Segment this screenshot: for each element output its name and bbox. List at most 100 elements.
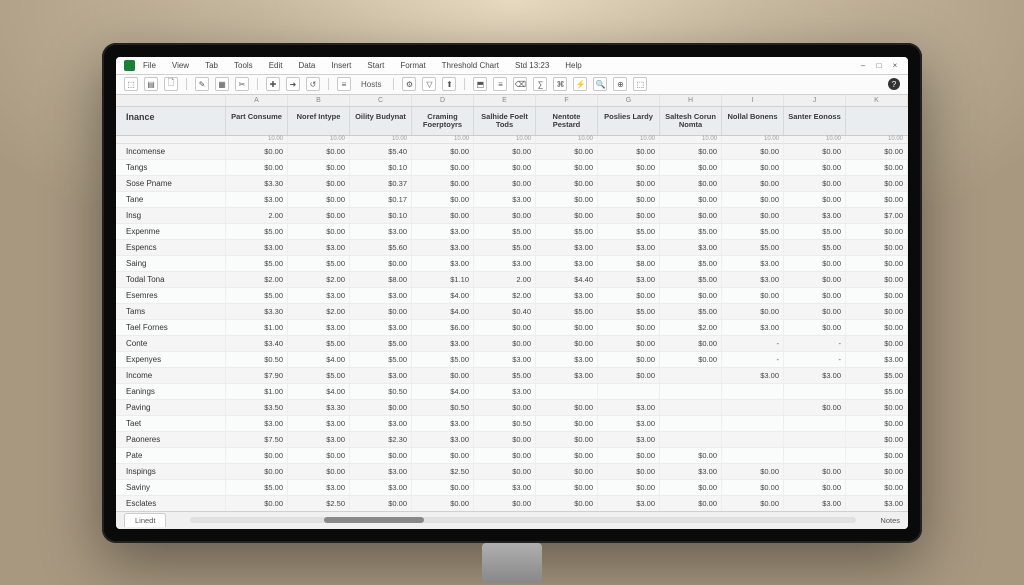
data-cell[interactable]: $0.00 — [350, 448, 412, 463]
data-cell[interactable]: $0.00 — [598, 480, 660, 495]
column-header[interactable]: Nollal Bonens — [722, 107, 784, 136]
row-label[interactable]: Incomense — [116, 144, 226, 159]
data-cell[interactable]: $3.00 — [288, 320, 350, 335]
data-cell[interactable]: $3.30 — [226, 176, 288, 191]
data-cell[interactable]: $3.00 — [784, 368, 846, 383]
toolbar-button[interactable]: ↺ — [306, 77, 320, 91]
data-cell[interactable]: $0.50 — [226, 352, 288, 367]
data-cell[interactable]: $0.00 — [660, 288, 722, 303]
data-cell[interactable]: $3.00 — [412, 224, 474, 239]
data-cell[interactable] — [722, 448, 784, 463]
window-minimize-button[interactable]: – — [858, 61, 868, 70]
data-cell[interactable]: $0.00 — [412, 192, 474, 207]
data-cell[interactable]: $2.50 — [288, 496, 350, 511]
data-cell[interactable]: $0.00 — [846, 416, 908, 431]
data-cell[interactable]: $0.00 — [722, 176, 784, 191]
menu-item-start[interactable]: Start — [367, 61, 384, 70]
toolbar-button[interactable]: ∑ — [533, 77, 547, 91]
data-cell[interactable]: $0.00 — [660, 160, 722, 175]
toolbar-button[interactable]: ⌫ — [513, 77, 527, 91]
column-header[interactable]: Salhide Foelt Tods — [474, 107, 536, 136]
data-cell[interactable]: $5.00 — [784, 224, 846, 239]
data-cell[interactable]: $0.00 — [598, 352, 660, 367]
data-cell[interactable]: $2.00 — [288, 304, 350, 319]
data-cell[interactable]: $5.00 — [660, 304, 722, 319]
data-cell[interactable]: $2.30 — [350, 432, 412, 447]
data-cell[interactable] — [660, 384, 722, 399]
column-letter-a[interactable]: A — [226, 95, 288, 106]
data-cell[interactable]: $2.00 — [226, 272, 288, 287]
data-cell[interactable]: $0.00 — [846, 320, 908, 335]
column-letter-h[interactable]: H — [660, 95, 722, 106]
data-cell[interactable]: $2.00 — [288, 272, 350, 287]
data-cell[interactable]: $3.30 — [226, 304, 288, 319]
data-cell[interactable]: $0.00 — [598, 448, 660, 463]
data-cell[interactable]: $0.00 — [598, 368, 660, 383]
data-cell[interactable]: $4.00 — [288, 384, 350, 399]
data-cell[interactable]: $4.40 — [536, 272, 598, 287]
toolbar-button[interactable]: 🔍 — [593, 77, 607, 91]
window-maximize-button[interactable]: □ — [874, 61, 884, 70]
row-label[interactable]: Esemres — [116, 288, 226, 303]
menu-item-tab[interactable]: Tab — [205, 61, 218, 70]
data-cell[interactable]: $0.00 — [784, 400, 846, 415]
row-label[interactable]: Inspings — [116, 464, 226, 479]
data-cell[interactable]: $0.00 — [784, 288, 846, 303]
data-cell[interactable] — [660, 416, 722, 431]
toolbar-button[interactable]: ▦ — [215, 77, 229, 91]
column-letter-b[interactable]: B — [288, 95, 350, 106]
toolbar-button[interactable]: ⬆ — [442, 77, 456, 91]
data-cell[interactable]: $3.00 — [350, 288, 412, 303]
data-cell[interactable]: $3.00 — [598, 272, 660, 287]
data-cell[interactable]: - — [784, 336, 846, 351]
column-letter-e[interactable]: E — [474, 95, 536, 106]
data-cell[interactable]: $7.90 — [226, 368, 288, 383]
row-label[interactable]: Tane — [116, 192, 226, 207]
data-cell[interactable]: $0.00 — [350, 496, 412, 511]
data-cell[interactable]: $6.00 — [412, 320, 474, 335]
menu-item-edit[interactable]: Edit — [269, 61, 283, 70]
data-cell[interactable]: $0.50 — [474, 416, 536, 431]
data-cell[interactable]: $3.00 — [226, 240, 288, 255]
data-cell[interactable]: $0.00 — [474, 320, 536, 335]
toolbar-button[interactable]: ⚡ — [573, 77, 587, 91]
data-cell[interactable]: $8.00 — [598, 256, 660, 271]
data-cell[interactable]: $0.00 — [474, 496, 536, 511]
data-cell[interactable]: $0.00 — [412, 368, 474, 383]
data-cell[interactable]: $0.00 — [598, 144, 660, 159]
data-cell[interactable]: $3.00 — [536, 368, 598, 383]
data-cell[interactable]: $0.00 — [474, 400, 536, 415]
data-cell[interactable]: $0.00 — [722, 288, 784, 303]
column-letter-i[interactable]: I — [722, 95, 784, 106]
data-cell[interactable] — [784, 416, 846, 431]
data-cell[interactable]: $0.00 — [474, 464, 536, 479]
row-label[interactable]: Espencs — [116, 240, 226, 255]
data-cell[interactable]: $0.00 — [846, 464, 908, 479]
data-cell[interactable] — [784, 448, 846, 463]
data-cell[interactable]: $0.00 — [846, 224, 908, 239]
data-cell[interactable]: $0.00 — [412, 208, 474, 223]
data-cell[interactable]: $0.00 — [846, 144, 908, 159]
data-cell[interactable]: $3.50 — [226, 400, 288, 415]
data-cell[interactable]: $0.00 — [350, 256, 412, 271]
data-cell[interactable]: $0.00 — [722, 480, 784, 495]
data-cell[interactable]: $0.00 — [660, 336, 722, 351]
column-letter-f[interactable]: F — [536, 95, 598, 106]
data-cell[interactable]: $0.00 — [536, 416, 598, 431]
toolbar-button[interactable]: ≡ — [493, 77, 507, 91]
row-label[interactable]: Todal Tona — [116, 272, 226, 287]
toolbar-button[interactable]: ✂ — [235, 77, 249, 91]
horizontal-scrollbar[interactable] — [190, 517, 856, 523]
data-cell[interactable]: $3.00 — [474, 480, 536, 495]
data-cell[interactable] — [722, 416, 784, 431]
row-label[interactable]: Saviny — [116, 480, 226, 495]
column-header[interactable]: Noref Intype — [288, 107, 350, 136]
column-header[interactable]: Inance — [116, 107, 226, 136]
data-cell[interactable]: $0.00 — [536, 448, 598, 463]
data-cell[interactable]: $5.00 — [660, 272, 722, 287]
data-cell[interactable]: $0.00 — [784, 160, 846, 175]
column-header[interactable]: Santer Eonoss — [784, 107, 846, 136]
data-cell[interactable]: $0.17 — [350, 192, 412, 207]
data-cell[interactable]: $3.00 — [598, 496, 660, 511]
row-label[interactable]: Tael Fornes — [116, 320, 226, 335]
